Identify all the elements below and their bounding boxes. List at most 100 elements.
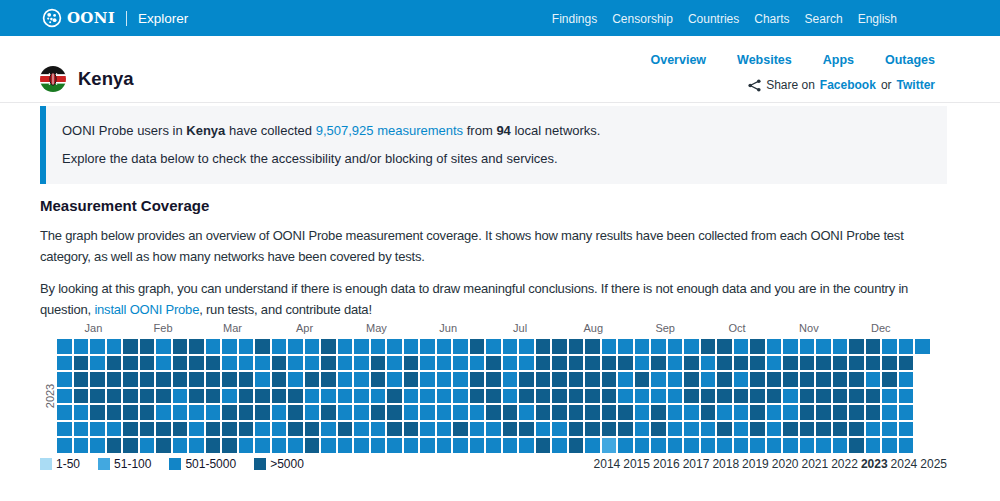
heatmap-cell[interactable]: [800, 422, 815, 437]
heatmap-cell[interactable]: [833, 389, 848, 404]
heatmap-cell[interactable]: [156, 422, 171, 437]
heatmap-cell[interactable]: [338, 356, 353, 371]
heatmap-cell[interactable]: [486, 438, 501, 453]
heatmap-cell[interactable]: [767, 356, 782, 371]
heatmap-cell[interactable]: [618, 438, 633, 453]
heatmap-cell[interactable]: [569, 339, 584, 354]
heatmap-cell[interactable]: [288, 356, 303, 371]
heatmap-cell[interactable]: [635, 405, 650, 420]
heatmap-cell[interactable]: [206, 438, 221, 453]
nav-item-english[interactable]: English: [858, 12, 897, 26]
heatmap-cell[interactable]: [536, 405, 551, 420]
header-link-apps[interactable]: Apps: [823, 53, 854, 67]
heatmap-cell[interactable]: [684, 372, 699, 387]
heatmap-cell[interactable]: [602, 339, 617, 354]
heatmap-cell[interactable]: [816, 389, 831, 404]
heatmap-cell[interactable]: [618, 405, 633, 420]
heatmap-cell[interactable]: [321, 438, 336, 453]
heatmap-cell[interactable]: [866, 422, 881, 437]
heatmap-cell[interactable]: [882, 422, 897, 437]
heatmap-cell[interactable]: [371, 422, 386, 437]
heatmap-cell[interactable]: [816, 372, 831, 387]
heatmap-cell[interactable]: [849, 438, 864, 453]
heatmap-cell[interactable]: [305, 372, 320, 387]
heatmap-cell[interactable]: [57, 372, 72, 387]
heatmap-cell[interactable]: [173, 422, 188, 437]
heatmap-cell[interactable]: [74, 405, 89, 420]
heatmap-cell[interactable]: [486, 405, 501, 420]
heatmap-cell[interactable]: [371, 405, 386, 420]
heatmap-cell[interactable]: [684, 405, 699, 420]
heatmap-cell[interactable]: [189, 356, 204, 371]
heatmap-cell[interactable]: [453, 356, 468, 371]
heatmap-cell[interactable]: [486, 389, 501, 404]
heatmap-cell[interactable]: [569, 438, 584, 453]
heatmap-cell[interactable]: [519, 372, 534, 387]
heatmap-cell[interactable]: [140, 356, 155, 371]
heatmap-cell[interactable]: [74, 356, 89, 371]
heatmap-cell[interactable]: [800, 339, 815, 354]
heatmap-cell[interactable]: [90, 356, 105, 371]
heatmap-cell[interactable]: [750, 422, 765, 437]
year-option-2020[interactable]: 2020: [772, 457, 799, 471]
heatmap-cell[interactable]: [123, 405, 138, 420]
heatmap-cell[interactable]: [206, 422, 221, 437]
heatmap-cell[interactable]: [371, 389, 386, 404]
heatmap-cell[interactable]: [453, 372, 468, 387]
heatmap-cell[interactable]: [420, 422, 435, 437]
heatmap-cell[interactable]: [882, 356, 897, 371]
heatmap-cell[interactable]: [717, 356, 732, 371]
heatmap-cell[interactable]: [866, 389, 881, 404]
heatmap-cell[interactable]: [321, 422, 336, 437]
heatmap-cell[interactable]: [717, 339, 732, 354]
heatmap-cell[interactable]: [866, 438, 881, 453]
heatmap-cell[interactable]: [437, 389, 452, 404]
heatmap-cell[interactable]: [140, 438, 155, 453]
heatmap-cell[interactable]: [470, 389, 485, 404]
heatmap-cell[interactable]: [668, 438, 683, 453]
heatmap-cell[interactable]: [816, 339, 831, 354]
heatmap-cell[interactable]: [734, 372, 749, 387]
heatmap-cell[interactable]: [552, 405, 567, 420]
heatmap-cell[interactable]: [734, 356, 749, 371]
heatmap-cell[interactable]: [899, 389, 914, 404]
heatmap-cell[interactable]: [536, 339, 551, 354]
heatmap-cell[interactable]: [899, 356, 914, 371]
heatmap-cell[interactable]: [899, 422, 914, 437]
heatmap-cell[interactable]: [189, 438, 204, 453]
heatmap-cell[interactable]: [420, 339, 435, 354]
heatmap-cell[interactable]: [321, 389, 336, 404]
heatmap-cell[interactable]: [404, 372, 419, 387]
heatmap-cell[interactable]: [288, 422, 303, 437]
heatmap-cell[interactable]: [503, 438, 518, 453]
heatmap-cell[interactable]: [618, 422, 633, 437]
heatmap-cell[interactable]: [668, 372, 683, 387]
heatmap-cell[interactable]: [635, 389, 650, 404]
heatmap-cell[interactable]: [701, 438, 716, 453]
share-twitter-link[interactable]: Twitter: [897, 78, 935, 92]
heatmap-cell[interactable]: [585, 339, 600, 354]
heatmap-cell[interactable]: [189, 389, 204, 404]
heatmap-cell[interactable]: [503, 356, 518, 371]
heatmap-cell[interactable]: [783, 422, 798, 437]
heatmap-cell[interactable]: [437, 372, 452, 387]
heatmap-cell[interactable]: [338, 438, 353, 453]
heatmap-cell[interactable]: [206, 405, 221, 420]
heatmap-cell[interactable]: [156, 356, 171, 371]
heatmap-cell[interactable]: [618, 389, 633, 404]
heatmap-cell[interactable]: [288, 438, 303, 453]
heatmap-cell[interactable]: [701, 339, 716, 354]
heatmap-cell[interactable]: [453, 389, 468, 404]
heatmap-cell[interactable]: [57, 438, 72, 453]
heatmap-cell[interactable]: [618, 339, 633, 354]
heatmap-cell[interactable]: [701, 389, 716, 404]
heatmap-cell[interactable]: [321, 339, 336, 354]
heatmap-cell[interactable]: [750, 438, 765, 453]
heatmap-cell[interactable]: [57, 356, 72, 371]
heatmap-cell[interactable]: [585, 405, 600, 420]
heatmap-cell[interactable]: [519, 339, 534, 354]
heatmap-cell[interactable]: [833, 356, 848, 371]
heatmap-cell[interactable]: [618, 356, 633, 371]
heatmap-cell[interactable]: [536, 389, 551, 404]
heatmap-cell[interactable]: [536, 438, 551, 453]
